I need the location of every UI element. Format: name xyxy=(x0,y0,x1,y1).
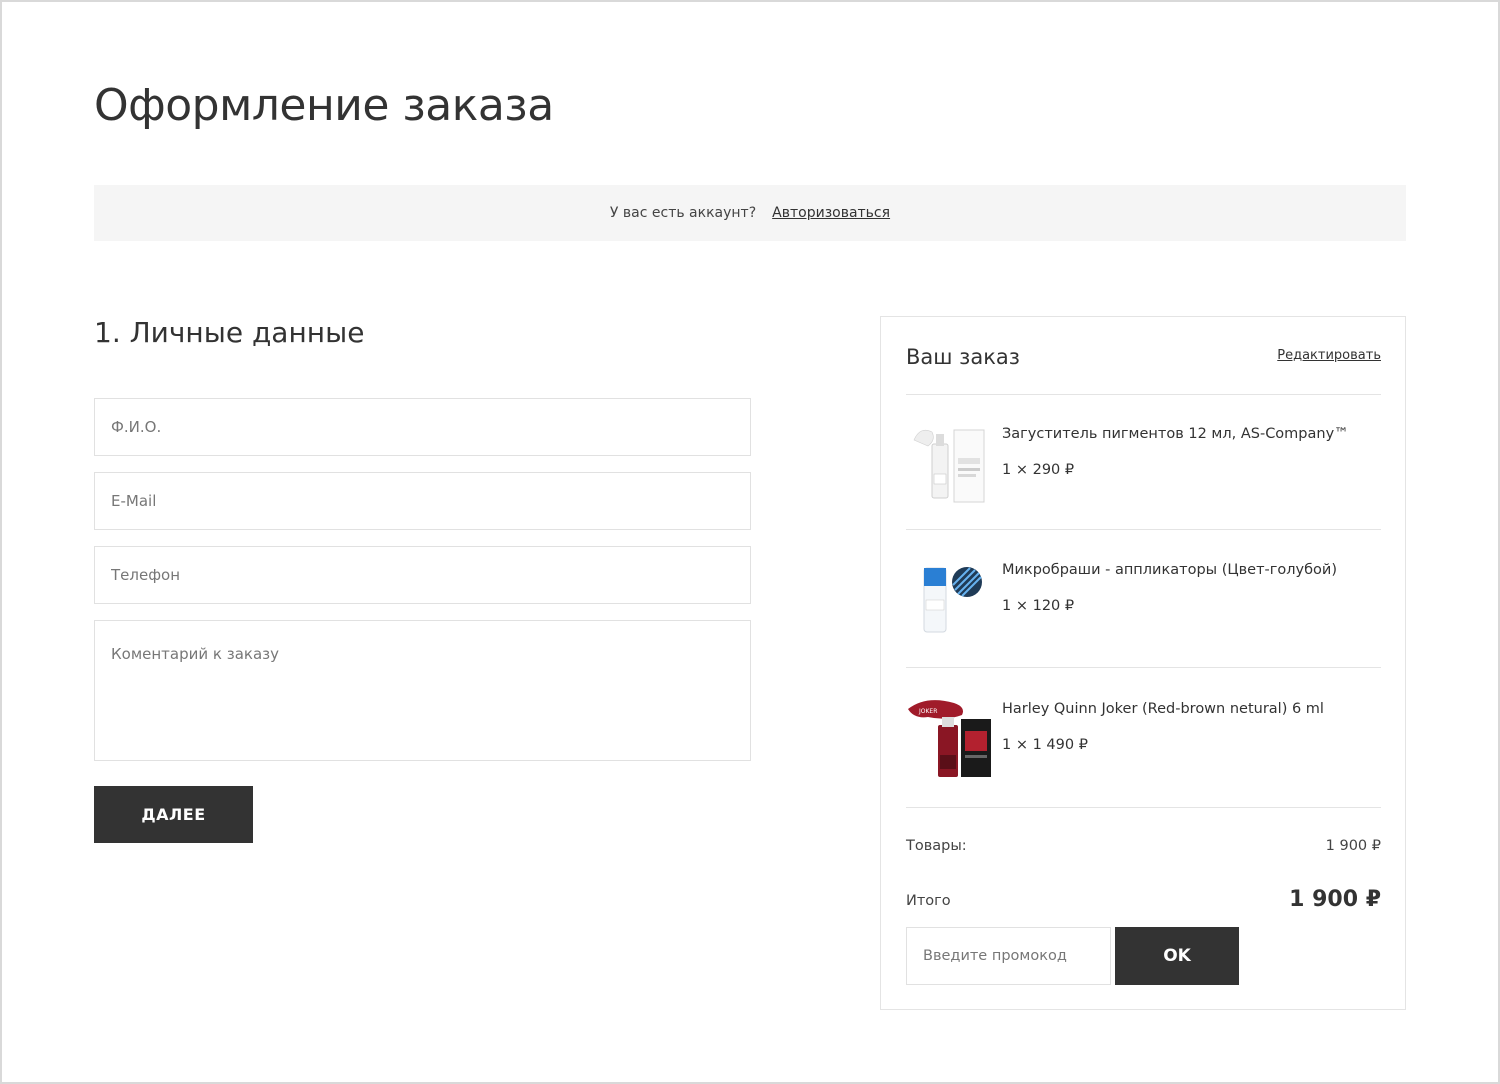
order-summary: Ваш заказ Редактировать Загуститель пигм… xyxy=(880,316,1406,1010)
login-link[interactable]: Авторизоваться xyxy=(772,205,890,221)
next-button[interactable]: ДАЛЕЕ xyxy=(94,786,253,843)
divider xyxy=(906,529,1381,530)
account-question: У вас есть аккаунт? xyxy=(609,205,757,221)
item-qty-price: 1 × 290 ₽ xyxy=(1002,462,1075,478)
order-item: Микробраши - аппликаторы (Цвет-голубой) … xyxy=(906,556,1381,666)
item-name: Harley Quinn Joker (Red-brown netural) 6… xyxy=(1002,701,1324,717)
divider xyxy=(906,667,1381,668)
order-item: JOKER Harley Quinn Joker (Red-brown netu… xyxy=(906,695,1381,805)
item-name: Микробраши - аппликаторы (Цвет-голубой) xyxy=(1002,562,1337,578)
joker-pigment-product-image: JOKER xyxy=(906,695,996,785)
edit-order-link[interactable]: Редактировать xyxy=(1277,348,1381,363)
name-field[interactable] xyxy=(94,398,751,456)
goods-value: 1 900 ₽ xyxy=(1325,838,1381,854)
total-value: 1 900 ₽ xyxy=(1289,887,1381,912)
total-label: Итого xyxy=(906,893,951,909)
account-bar: У вас есть аккаунт? Авторизоваться xyxy=(94,185,1406,241)
promo-code-input[interactable] xyxy=(906,927,1111,985)
divider xyxy=(906,394,1381,395)
goods-label: Товары: xyxy=(906,838,967,854)
joker-brand-text: JOKER xyxy=(918,708,937,715)
phone-field[interactable] xyxy=(94,546,751,604)
item-name: Загуститель пигментов 12 мл, AS-Company™ xyxy=(1002,426,1349,442)
order-title: Ваш заказ xyxy=(906,345,1020,369)
thickener-product-image xyxy=(906,420,996,510)
apply-promo-button[interactable]: OK xyxy=(1115,927,1239,985)
personal-section-title: 1. Личные данные xyxy=(94,316,365,349)
page-title: Оформление заказа xyxy=(94,80,554,131)
item-qty-price: 1 × 120 ₽ xyxy=(1002,598,1075,614)
item-qty-price: 1 × 1 490 ₽ xyxy=(1002,737,1088,753)
email-field[interactable] xyxy=(94,472,751,530)
order-item: Загуститель пигментов 12 мл, AS-Company™… xyxy=(906,420,1381,530)
divider xyxy=(906,807,1381,808)
comment-field[interactable] xyxy=(94,620,751,761)
microbrush-product-image xyxy=(906,556,996,646)
